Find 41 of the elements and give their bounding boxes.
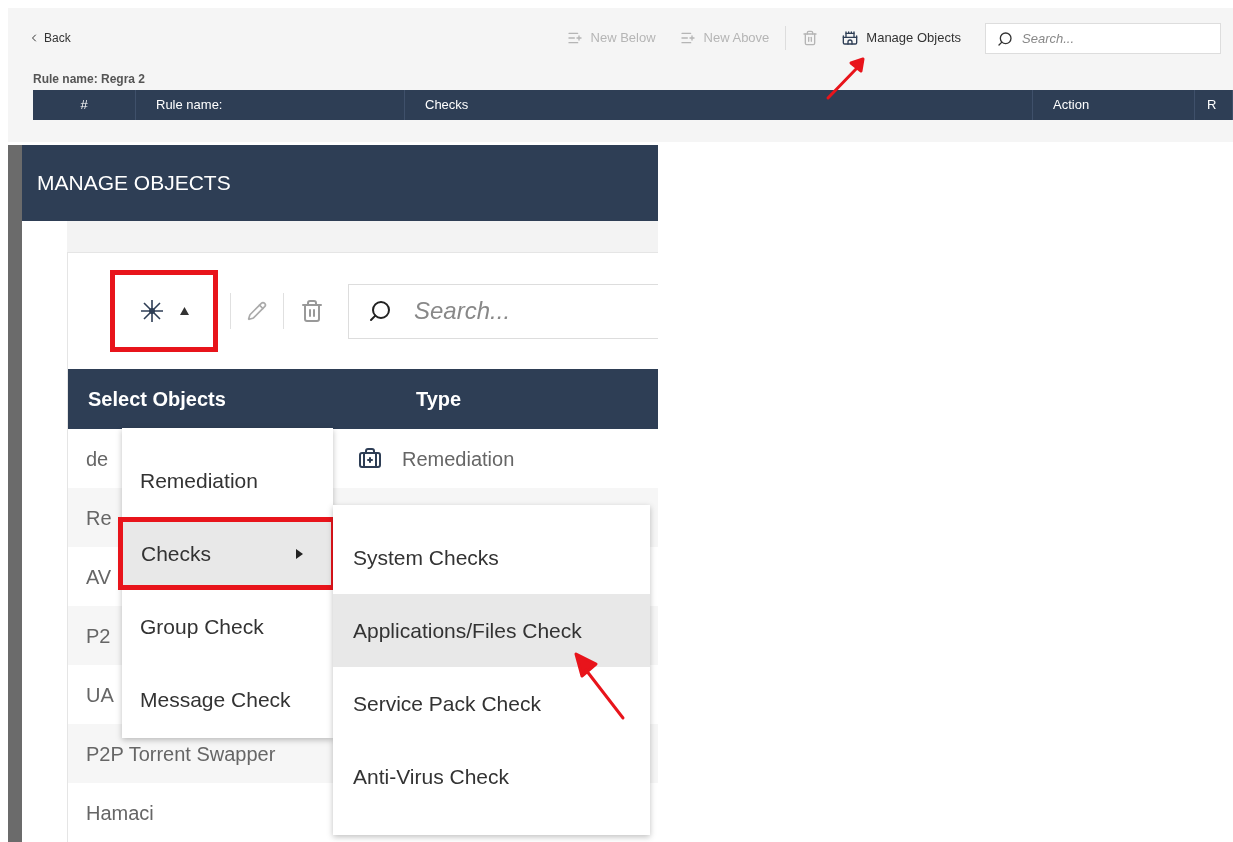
trash-icon [300,299,324,323]
toolbar-button[interactable]: Manage Objects [830,24,973,52]
medical-kit-icon [358,446,382,471]
dialog-title: MANAGE OBJECTS [37,170,231,197]
table-cell-text: de [86,446,109,472]
table-cell-text: P2P Torrent Swapper [86,741,276,767]
column-header: Type [416,387,463,412]
column-header: Select Objects [87,387,227,412]
sparkle-icon [139,299,164,323]
triangle-up-icon [179,307,189,315]
castle-icon [842,30,859,46]
column-header: Rule name: [136,90,405,120]
menu-item[interactable]: Remediation [122,444,333,517]
menu-item[interactable]: Message Check [122,663,333,736]
column-header: # [33,90,136,120]
table-cell-text: Remediation [402,446,515,472]
list-plus-icon [679,30,696,46]
arrow-annotation [825,55,867,101]
back-button[interactable]: Back [28,29,71,47]
menu-item[interactable]: Anti-Virus Check [333,740,650,813]
menu-item[interactable]: System Checks [333,521,650,594]
menu-item[interactable]: Group Check [122,590,333,663]
table-cell-text: Re [86,505,112,531]
menu-item[interactable]: Applications/Files Check [333,594,650,667]
menu-item[interactable]: Checks [118,517,336,590]
table-cell-text: Hamaci [86,800,154,826]
add-button[interactable] [110,270,218,352]
pencil-icon [247,301,267,321]
column-header: R [1195,90,1233,120]
search-field[interactable]: Search... [348,283,658,339]
table-cell-text: AV [86,564,112,590]
column-header: Action [1033,90,1195,120]
list-plus-icon [566,30,583,46]
search-icon [368,298,392,323]
rule-title: Rule name: Regra 2 [32,71,146,88]
search-field[interactable]: Search... [985,22,1221,54]
search-icon [997,30,1013,47]
trash-icon [802,30,819,46]
menu-item[interactable]: Service Pack Check [333,667,650,740]
table-cell-text: P2 [86,623,111,649]
table-cell-text: UA [86,682,114,708]
